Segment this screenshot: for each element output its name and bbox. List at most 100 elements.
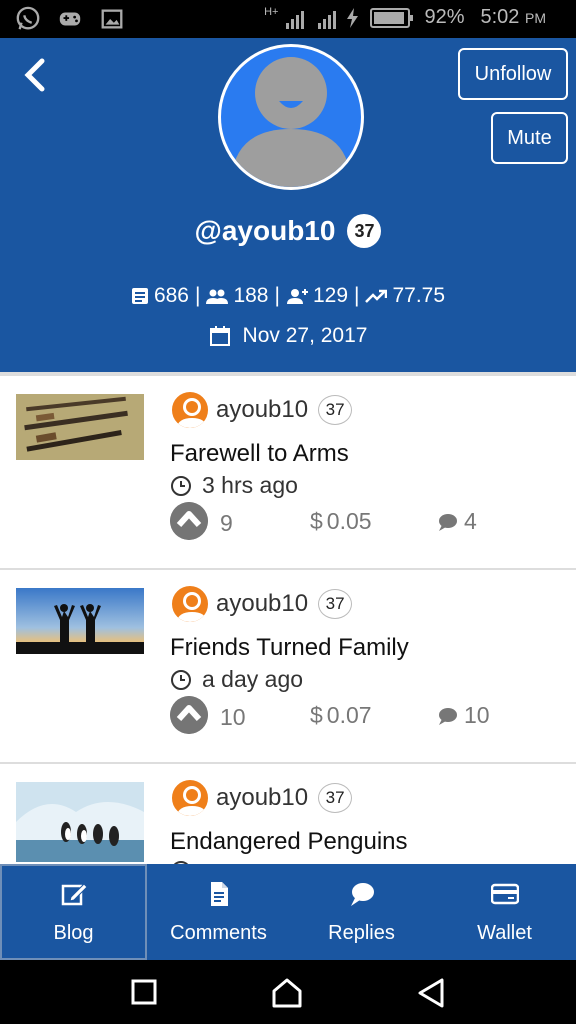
author-reputation: 37 [318, 589, 353, 619]
post-title[interactable]: Friends Turned Family [170, 634, 409, 662]
calendar-icon [209, 326, 230, 346]
post-time-text: 3 hrs ago [202, 472, 298, 498]
vote-count: 10 [220, 704, 246, 730]
chat-icon [439, 513, 457, 531]
comment-count[interactable]: 10 [436, 702, 490, 729]
edit-icon [61, 882, 88, 905]
status-bar: H+ 92% 5:02 PM [0, 0, 576, 38]
payout: $0.05 [310, 508, 372, 535]
user-icon [176, 398, 208, 428]
followers-count: 188 [233, 284, 269, 307]
back-arrow-icon[interactable] [20, 58, 50, 92]
posts-count: 686 [153, 284, 189, 307]
tab-replies-label: Replies [328, 921, 395, 944]
user-icon [176, 786, 208, 816]
clock: 5:02 PM [481, 6, 547, 29]
author-avatar[interactable] [170, 584, 210, 624]
vote-count: 9 [220, 510, 233, 536]
posts-stat: 686 [131, 284, 189, 308]
upvote-icon[interactable] [170, 696, 208, 734]
profile-stats: 686 | 188 | 129 | 77.75 [0, 284, 576, 308]
currency-symbol: $ [310, 702, 323, 728]
profile-username: @ayoub10 [194, 215, 336, 246]
post-author[interactable]: ayoub10 37 [170, 390, 353, 430]
chat-icon [439, 707, 457, 725]
upvote-icon[interactable] [170, 502, 208, 540]
divider: | [194, 284, 201, 307]
post-author[interactable]: ayoub10 37 [170, 778, 353, 818]
author-reputation: 37 [318, 395, 353, 425]
trending-up-icon [365, 289, 388, 303]
comment-count[interactable]: 4 [436, 508, 477, 535]
app-screen: H+ 92% 5:02 PM Unfollow Mute @ayoub10 37 [0, 0, 576, 1024]
tab-wallet[interactable]: Wallet [433, 864, 576, 960]
post-item[interactable]: ayoub10 37 Farewell to Arms 3 hrs ago 9 … [0, 376, 576, 570]
charging-icon [347, 7, 359, 28]
following-count: 129 [312, 284, 349, 307]
profile-avatar [218, 44, 364, 190]
followers-stat: 188 [206, 284, 269, 308]
post-title[interactable]: Farewell to Arms [170, 440, 349, 468]
recents-icon[interactable] [128, 976, 162, 1010]
author-avatar[interactable] [170, 390, 210, 430]
clock-icon [171, 475, 191, 496]
home-icon[interactable] [270, 976, 304, 1010]
post-author[interactable]: ayoub10 37 [170, 584, 353, 624]
username-row: @ayoub10 37 [0, 214, 576, 248]
posts-icon [131, 288, 148, 304]
tab-replies[interactable]: Replies [290, 864, 433, 960]
user-icon [176, 592, 208, 622]
following-stat: 129 [286, 284, 348, 308]
chat-icon [350, 882, 374, 906]
divider: | [354, 284, 360, 307]
gamepad-icon [59, 12, 81, 26]
tab-wallet-label: Wallet [477, 921, 532, 944]
post-time: a day ago [170, 666, 303, 693]
post-feed[interactable]: ayoub10 37 Farewell to Arms 3 hrs ago 9 … [0, 372, 576, 864]
author-name[interactable]: ayoub10 [216, 590, 308, 618]
profile-header: Unfollow Mute @ayoub10 37 686 | 188 | 12… [0, 38, 576, 372]
author-name[interactable]: ayoub10 [216, 396, 308, 424]
clock-icon [171, 669, 191, 690]
post-time: 3 hrs ago [170, 472, 298, 499]
mute-button[interactable]: Mute [491, 112, 568, 164]
bottom-tab-bar: Blog Comments Replies Wallet [0, 864, 576, 960]
unfollow-button[interactable]: Unfollow [458, 48, 568, 100]
clock-ampm: PM [525, 10, 546, 26]
signal-icon [286, 7, 305, 29]
post-actions: 9 $0.05 4 [170, 502, 570, 542]
battery-percent: 92% [424, 6, 465, 28]
post-thumbnail[interactable] [16, 394, 144, 460]
reputation-badge: 37 [347, 214, 382, 248]
tab-comments[interactable]: Comments [147, 864, 290, 960]
default-user-icon [231, 57, 351, 187]
comment-count-value: 10 [464, 702, 490, 728]
author-avatar[interactable] [170, 778, 210, 818]
author-reputation: 37 [318, 783, 353, 813]
tab-blog[interactable]: Blog [0, 864, 147, 960]
post-item[interactable]: ayoub10 37 Friends Turned Family a day a… [0, 570, 576, 764]
joined-date: Nov 27, 2017 [242, 324, 368, 347]
divider: | [274, 284, 280, 307]
back-icon[interactable] [414, 976, 448, 1010]
payout: $0.07 [310, 702, 372, 729]
post-time-text: a day ago [202, 666, 304, 692]
payout-value: 0.05 [326, 508, 372, 534]
author-name[interactable]: ayoub10 [216, 784, 308, 812]
network-type: H+ [264, 6, 279, 18]
whatsapp-icon [16, 6, 40, 30]
image-icon [101, 9, 123, 29]
power-stat: 77.75 [365, 284, 445, 308]
post-thumbnail[interactable] [16, 588, 144, 654]
post-actions: 10 $0.07 10 [170, 696, 570, 736]
followers-icon [206, 289, 229, 304]
clock-time: 5:02 [480, 6, 520, 28]
tab-comments-label: Comments [170, 921, 267, 944]
post-item[interactable]: ayoub10 37 Endangered Penguins [0, 764, 576, 864]
wallet-icon [490, 883, 519, 904]
system-nav-bar [0, 960, 576, 1024]
payout-value: 0.07 [326, 702, 372, 728]
post-title[interactable]: Endangered Penguins [170, 828, 408, 856]
signal-icon-2 [318, 7, 337, 29]
post-thumbnail[interactable] [16, 782, 144, 862]
